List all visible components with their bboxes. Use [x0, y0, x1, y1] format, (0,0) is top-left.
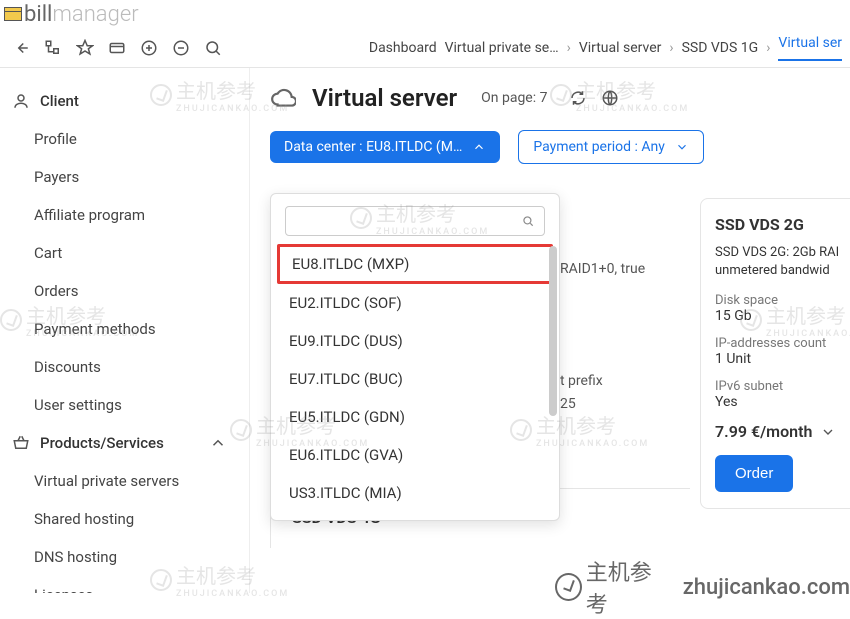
dropdown-item[interactable]: EU9.ITLDC (DUS) — [271, 322, 559, 360]
sidebar-item-vps[interactable]: Virtual private servers — [0, 462, 249, 500]
sidebar-item-profile[interactable]: Profile — [0, 120, 249, 158]
scrollbar[interactable] — [547, 246, 557, 512]
toolbar-icons — [8, 39, 226, 57]
sidebar-item-licenses[interactable]: Licenses — [0, 576, 249, 593]
dropdown-item[interactable]: EU2.ITLDC (SOF) — [271, 284, 559, 322]
tree-icon[interactable] — [44, 39, 62, 57]
sidebar-item-payers[interactable]: Payers — [0, 158, 249, 196]
page-header: Virtual server On page: 7 — [270, 84, 850, 112]
user-icon — [12, 92, 30, 110]
search-icon — [521, 214, 535, 228]
sidebar-item-orders[interactable]: Orders — [0, 272, 249, 310]
datacenter-dropdown: EU8.ITLDC (MXP) EU2.ITLDC (SOF) EU9.ITLD… — [270, 193, 560, 521]
filter-row: Data center : EU8.ITLDC (M… Payment peri… — [270, 130, 850, 164]
search-icon[interactable] — [204, 39, 222, 57]
sidebar: Client Profile Payers Affiliate program … — [0, 68, 250, 593]
sidebar-item-discounts[interactable]: Discounts — [0, 348, 249, 386]
dropdown-item[interactable]: EU7.ITLDC (BUC) — [271, 360, 559, 398]
crumb-vps[interactable]: Virtual private se… — [445, 40, 559, 56]
brand-text-2: manager — [52, 2, 138, 27]
refresh-icon[interactable] — [569, 89, 587, 107]
ipv6-value: Yes — [715, 394, 850, 410]
partial-card-text: RAID1+0, true t prefix 25 — [560, 198, 680, 509]
crumb-dashboard[interactable]: Dashboard — [369, 40, 437, 56]
ipv6-label: IPv6 subnet — [715, 379, 850, 394]
brand-bar: billmanager — [0, 0, 850, 28]
sidebar-item-cart[interactable]: Cart — [0, 234, 249, 272]
sidebar-group-label: Client — [40, 92, 79, 110]
chevron-right-icon: › — [669, 40, 673, 56]
chevron-up-icon — [209, 434, 227, 452]
minus-circle-icon[interactable] — [172, 39, 190, 57]
dropdown-item[interactable]: EU6.ITLDC (GVA) — [271, 436, 559, 474]
cloud-icon — [270, 85, 296, 111]
dropdown-search-input[interactable] — [285, 206, 545, 236]
order-button[interactable]: Order — [715, 455, 793, 492]
toolbar: Dashboard Virtual private se… › Virtual … — [0, 28, 850, 68]
chevron-down-icon — [820, 424, 836, 440]
breadcrumb: Dashboard Virtual private se… › Virtual … — [369, 35, 842, 61]
cards-row: RAID1+0, true t prefix 25 SSD VDS 2G SSD… — [560, 198, 850, 509]
crumb-ssd-vds-1g[interactable]: SSD VDS 1G — [682, 40, 759, 56]
card-price[interactable]: 7.99 €/month — [715, 422, 850, 441]
dropdown-item[interactable]: EU8.ITLDC (MXP) — [277, 244, 553, 284]
sidebar-group-products[interactable]: Products/Services — [0, 424, 249, 462]
ip-value: 1 Unit — [715, 351, 850, 367]
brand-text-1: bill — [24, 2, 52, 27]
sidebar-item-shared-hosting[interactable]: Shared hosting — [0, 500, 249, 538]
dropdown-list[interactable]: EU8.ITLDC (MXP) EU2.ITLDC (SOF) EU9.ITLD… — [271, 244, 559, 512]
back-icon[interactable] — [12, 39, 30, 57]
datacenter-filter[interactable]: Data center : EU8.ITLDC (M… — [270, 131, 500, 163]
sidebar-item-user-settings[interactable]: User settings — [0, 386, 249, 424]
chevron-down-icon — [675, 140, 689, 154]
card-title: SSD VDS 2G — [715, 215, 850, 234]
chevron-right-icon: › — [766, 40, 770, 56]
brand-icon — [4, 7, 22, 21]
card-description: SSD VDS 2G: 2Gb RAI unmetered bandwid — [715, 244, 850, 279]
on-page-label: On page: 7 — [481, 90, 547, 106]
sidebar-item-affiliate[interactable]: Affiliate program — [0, 196, 249, 234]
brand-logo: billmanager — [4, 2, 139, 27]
page-title: Virtual server — [312, 84, 457, 112]
sidebar-item-dns-hosting[interactable]: DNS hosting — [0, 538, 249, 576]
dropdown-item[interactable]: US3.ITLDC (MIA) — [271, 474, 559, 512]
chevron-right-icon: › — [567, 40, 571, 56]
basket-icon — [12, 434, 30, 452]
card-icon[interactable] — [108, 39, 126, 57]
crumb-virtual-server[interactable]: Virtual server — [579, 40, 662, 56]
sidebar-group-label: Products/Services — [40, 434, 164, 452]
disk-label: Disk space — [715, 293, 850, 308]
chevron-up-icon — [472, 140, 486, 154]
crumb-current[interactable]: Virtual ser — [778, 35, 842, 61]
ip-label: IP-addresses count — [715, 336, 850, 351]
plus-circle-icon[interactable] — [140, 39, 158, 57]
product-card-ssd-vds-2g: SSD VDS 2G SSD VDS 2G: 2Gb RAI unmetered… — [700, 198, 850, 509]
star-icon[interactable] — [76, 39, 94, 57]
disk-value: 15 Gb — [715, 308, 850, 324]
payment-period-filter[interactable]: Payment period : Any — [518, 130, 704, 164]
sidebar-item-payment-methods[interactable]: Payment methods — [0, 310, 249, 348]
globe-icon[interactable] — [601, 89, 619, 107]
sidebar-group-client[interactable]: Client — [0, 82, 249, 120]
main-content: Virtual server On page: 7 Data center : … — [250, 68, 850, 593]
dropdown-item[interactable]: EU5.ITLDC (GDN) — [271, 398, 559, 436]
